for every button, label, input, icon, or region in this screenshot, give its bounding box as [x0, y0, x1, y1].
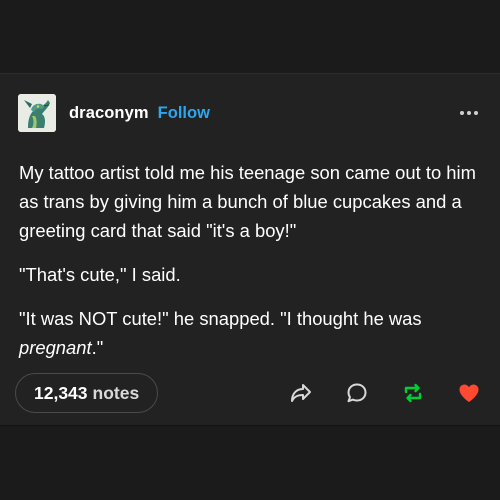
- reblog-button[interactable]: [400, 380, 426, 406]
- share-arrow-icon: [291, 384, 311, 402]
- ellipsis-icon: [460, 111, 464, 115]
- follow-button[interactable]: Follow: [158, 104, 210, 123]
- post-footer: 12,343 notes: [15, 372, 482, 414]
- ellipsis-icon: [467, 111, 471, 115]
- post-card: draconym Follow My tattoo artist told me…: [0, 73, 500, 426]
- avatar[interactable]: [18, 94, 56, 132]
- post-paragraph: "That's cute," I said.: [19, 264, 181, 285]
- notes-count: 12,343: [34, 382, 88, 403]
- post-paragraph: "It was NOT cute!" he snapped. "I though…: [19, 304, 489, 362]
- ellipsis-icon: [474, 111, 478, 115]
- reblog-icon: [404, 383, 422, 403]
- post-text-italic: pregnant: [19, 337, 92, 358]
- reply-button[interactable]: [344, 380, 370, 406]
- post-text: .": [91, 337, 104, 358]
- blog-name[interactable]: draconym: [69, 104, 149, 123]
- reply-bubble-icon: [347, 383, 367, 403]
- post-body: My tattoo artist told me his teenage son…: [19, 158, 489, 377]
- share-button[interactable]: [288, 380, 314, 406]
- notes-button[interactable]: 12,343 notes: [15, 373, 159, 413]
- page: draconym Follow My tattoo artist told me…: [0, 0, 500, 500]
- post-text: "It was NOT cute!" he snapped. "I though…: [19, 308, 422, 329]
- more-options-button[interactable]: [458, 105, 480, 121]
- dragon-avatar-icon: [18, 94, 56, 132]
- like-button[interactable]: [456, 380, 482, 406]
- post-actions: [288, 380, 482, 406]
- heart-icon: [459, 384, 479, 402]
- post-header: draconym Follow: [18, 93, 484, 133]
- post-paragraph: My tattoo artist told me his teenage son…: [19, 162, 476, 241]
- notes-label: notes: [92, 382, 140, 403]
